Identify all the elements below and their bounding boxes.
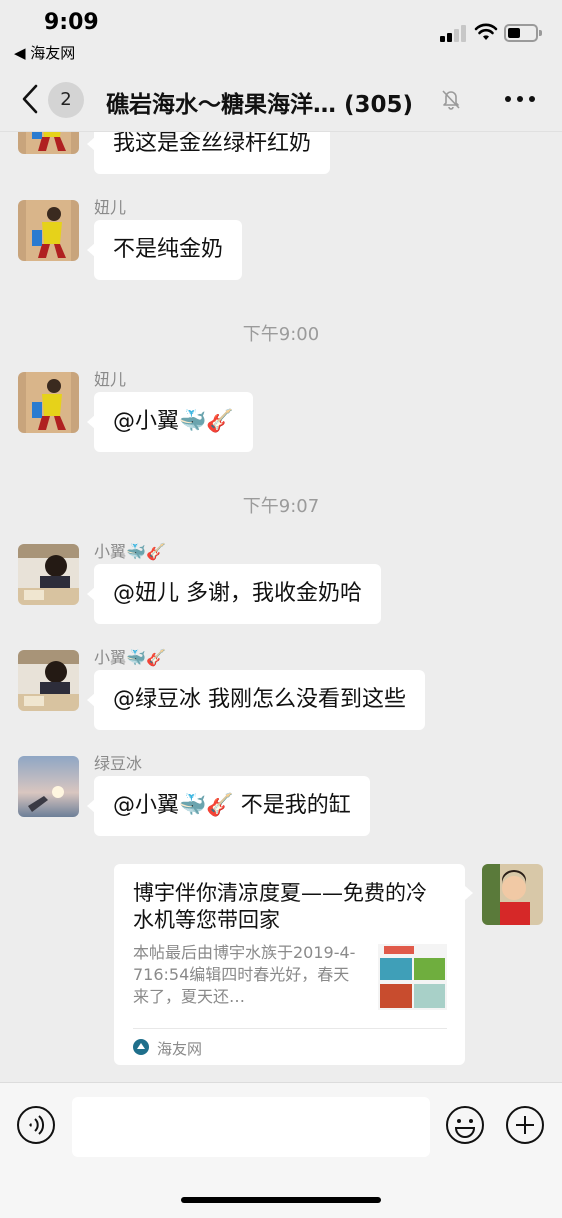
link-card-source: 海友网 — [157, 1040, 203, 1058]
emoji-whale-guitar: 🐳🎸 — [179, 793, 234, 818]
emoji-smile-icon[interactable] — [445, 1105, 485, 1145]
avatar[interactable] — [18, 544, 79, 605]
link-card-thumbnail — [378, 944, 447, 1010]
back-to-app-link[interactable]: ◀ 海友网 — [14, 42, 75, 63]
avatar[interactable] — [18, 756, 79, 817]
message-bubble[interactable]: @小翼🐳🎸 不是我的缸 — [87, 776, 370, 836]
message-bubble[interactable]: @小翼🐳🎸 — [87, 392, 253, 452]
avatar[interactable] — [18, 650, 79, 711]
link-card-title: 博宇伴你清凉度夏——免费的冷水机等您带回家 — [133, 881, 427, 932]
status-time: 9:09 — [44, 10, 99, 35]
message-bubble[interactable]: @妞儿 多谢，我收金奶哈 — [87, 564, 381, 624]
home-indicator — [181, 1197, 381, 1203]
chevron-left-icon[interactable] — [18, 82, 44, 116]
site-logo-icon — [133, 1039, 149, 1055]
avatar[interactable] — [18, 372, 79, 433]
avatar[interactable] — [18, 132, 79, 154]
emoji-whale-guitar: 🐳🎸 — [179, 409, 234, 434]
sender-name: 绿豆冰 — [94, 754, 143, 773]
chat-header: 2 礁岩海水～糖果海洋… (305) — [0, 68, 562, 132]
battery-icon — [504, 24, 542, 42]
input-bar — [0, 1082, 562, 1218]
sender-name: 妞儿 — [94, 198, 127, 217]
time-separator: 下午9:07 — [242, 496, 320, 517]
divider — [133, 1028, 447, 1029]
message-bubble[interactable]: 不是纯金奶 — [86, 220, 243, 280]
status-bar: 9:09 ◀ 海友网 — [0, 0, 562, 68]
more-dots-icon[interactable] — [505, 96, 535, 104]
chat-title: 礁岩海水～糖果海洋… (305) — [106, 92, 414, 118]
message-bubble[interactable]: @绿豆冰 我刚怎么没看到这些 — [87, 670, 425, 730]
chat-messages[interactable]: 我这是金丝绿杆红奶 妞儿 不是纯金奶 下午9:00 妞儿 @小翼🐳🎸 下午9:0… — [0, 132, 562, 1082]
message-text: 不是我的缸 — [233, 793, 351, 818]
link-card[interactable]: 博宇伴你清凉度夏——免费的冷水机等您带回家 本帖最后由博宇水族于2019-4-7… — [114, 864, 473, 1065]
my-avatar[interactable] — [482, 864, 543, 925]
message-bubble[interactable]: 我这是金丝绿杆红奶 — [86, 132, 331, 174]
voice-icon[interactable] — [16, 1105, 56, 1145]
plus-circle-icon[interactable] — [505, 1105, 545, 1145]
sender-name: 小翼🐳🎸 — [94, 648, 166, 667]
sender-name: 妞儿 — [94, 370, 127, 389]
message-text: @小翼 — [113, 793, 180, 818]
time-separator: 下午9:00 — [242, 324, 320, 345]
emoji-whale-guitar: 🐳🎸 — [126, 542, 166, 561]
link-card-description: 本帖最后由博宇水族于2019-4-716:54编辑四时春光好，春天来了，夏天还… — [133, 943, 356, 1006]
unread-count-badge[interactable]: 2 — [48, 82, 84, 118]
sender-name: 小翼🐳🎸 — [94, 542, 166, 561]
message-text: @小翼 — [113, 409, 180, 434]
avatar[interactable] — [18, 200, 79, 261]
cellular-signal-icon — [440, 24, 468, 42]
message-input[interactable] — [72, 1097, 430, 1157]
wifi-icon — [474, 23, 498, 40]
bell-slash-icon — [442, 90, 460, 110]
emoji-whale-guitar: 🐳🎸 — [126, 648, 166, 667]
